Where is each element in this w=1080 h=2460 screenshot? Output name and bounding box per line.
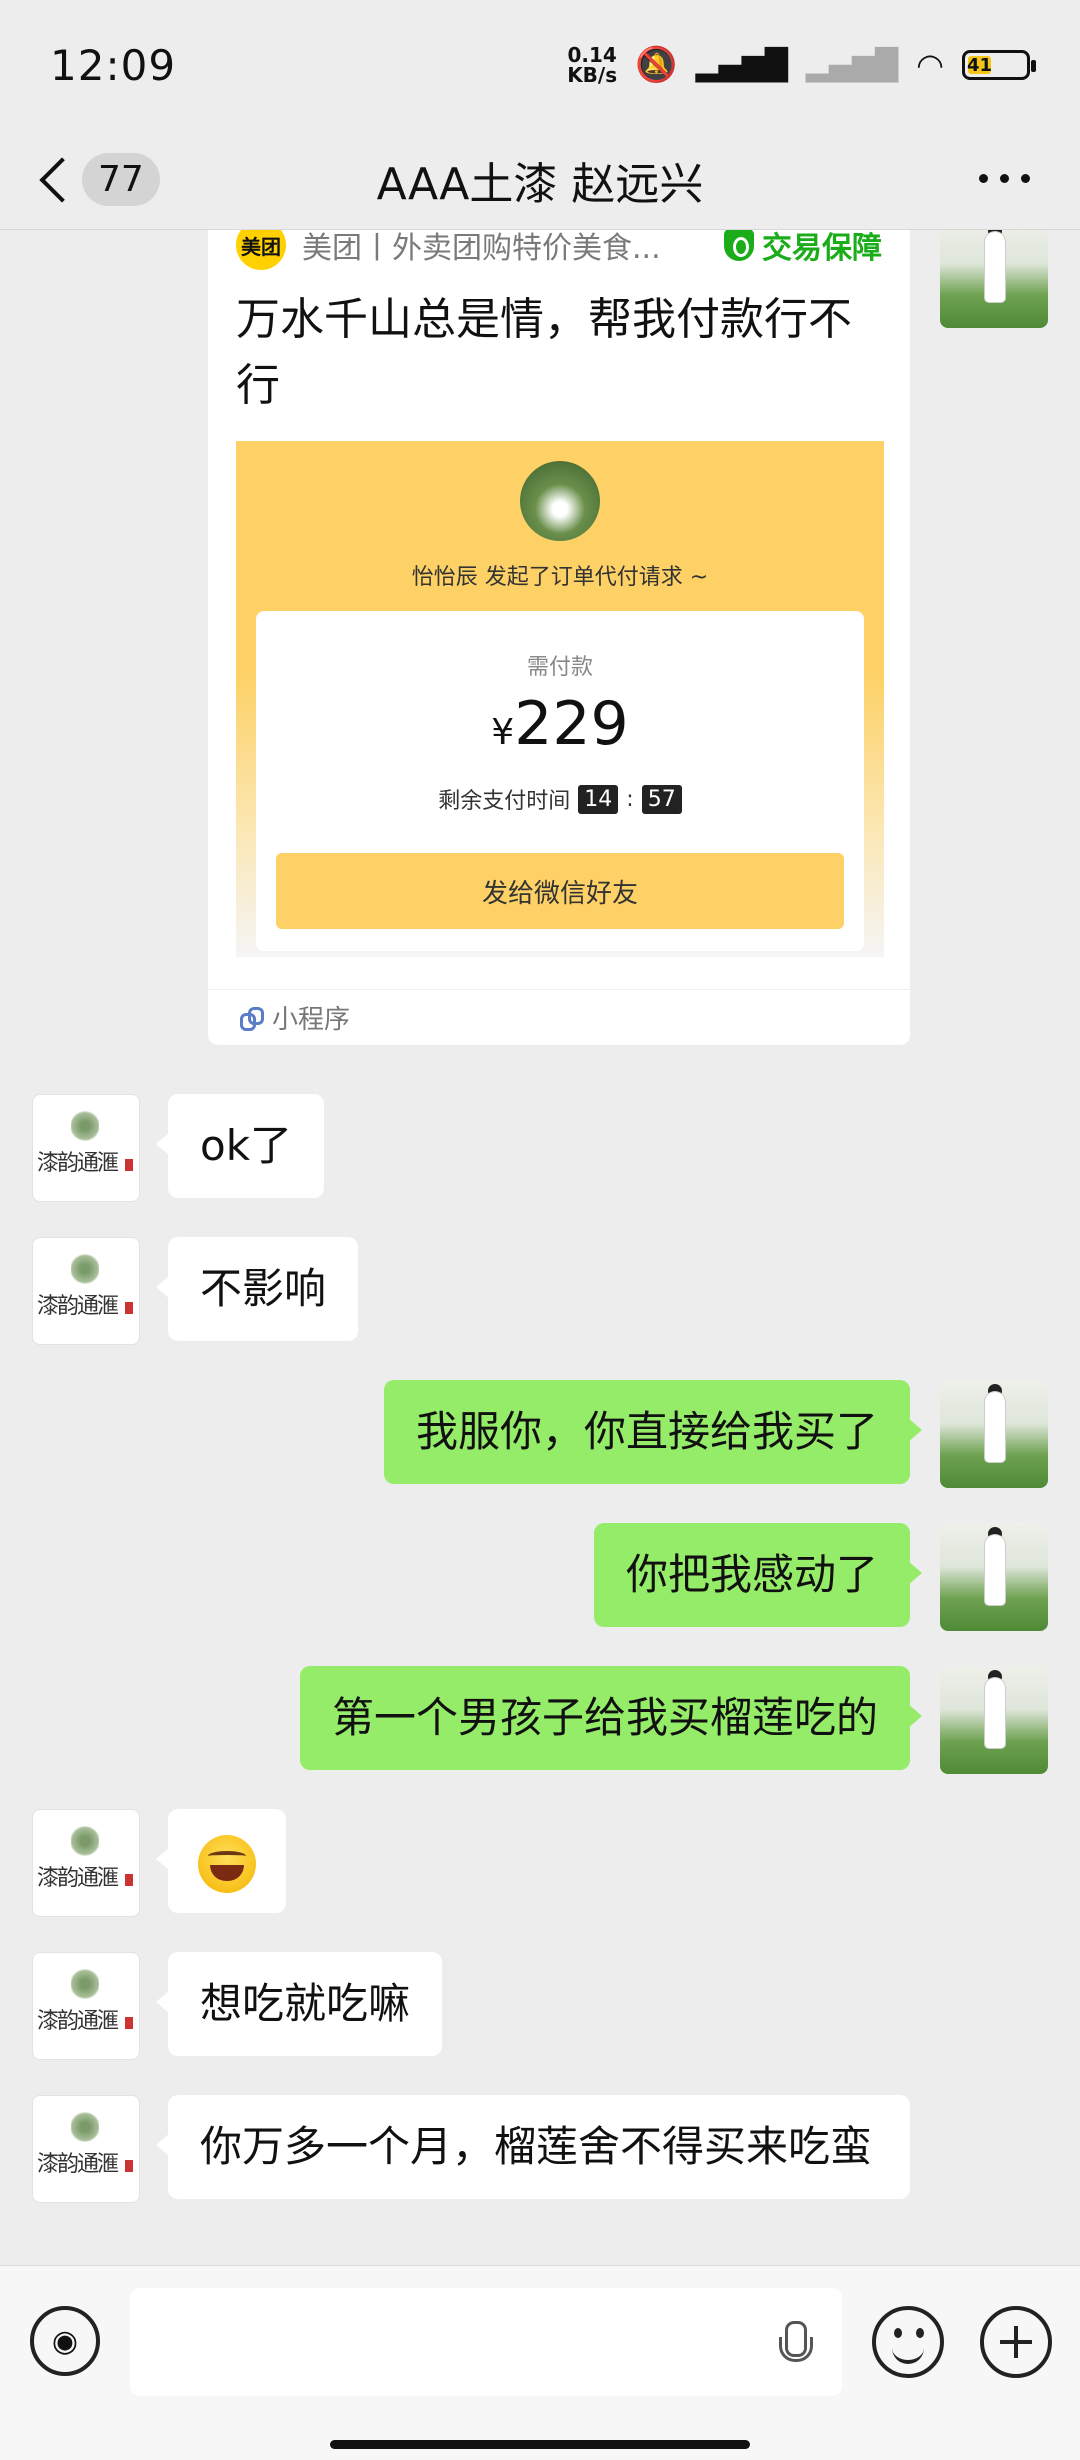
card-description: 万水千山总是情，帮我付款行不行 [236,294,852,411]
my-avatar[interactable] [940,230,1048,328]
card-source: 美团丨外卖团购特价美食... [302,231,661,266]
my-message-bubble[interactable]: 你把我感动了 [593,1523,923,1627]
message-input[interactable] [130,2288,842,2396]
pay-label: 需付款 [526,655,593,680]
more-options-icon[interactable] [979,174,1030,183]
my-avatar[interactable] [940,1523,1048,1631]
home-indicator[interactable] [330,2440,750,2449]
my-avatar[interactable] [940,1666,1048,1774]
message-bubble[interactable]: 你万多一个月，榴莲舍不得买来吃蛮 [156,2095,910,2199]
pay-amount: ¥229 [491,689,629,759]
contact-avatar[interactable]: 漆韵通滙 [32,1952,140,2060]
my-message-bubble[interactable]: 我服你，你直接给我买了 [383,1380,923,1484]
card-header: 美团 美团丨外卖团购特价美食... 交易保障 [236,230,882,275]
mini-program-card[interactable]: 美团 美团丨外卖团购特价美食... 交易保障 万水千山总是情，帮我付款行不行 怡… [208,230,910,1045]
message-bubble[interactable]: ok了 [155,1094,325,1198]
chat-header: 77 AAA土漆 赵远兴 [0,130,1080,230]
emoji-message-bubble[interactable] [156,1809,286,1913]
my-message-bubble[interactable]: 第一个男孩子给我买榴莲吃的 [299,1666,923,1770]
contact-avatar[interactable]: 漆韵通滙 [32,1094,140,1202]
message-bubble[interactable]: 不影响 [155,1237,359,1341]
chat-title: AAA土漆 赵远兴 [376,158,704,210]
net-speed: 0.14 KB/s [567,43,618,87]
meituan-logo-icon: 美团 [236,230,286,270]
pay-countdown: 剩余支付时间 14 : 57 [256,783,864,815]
laughing-tears-emoji-icon [198,1834,256,1893]
card-footer: 小程序 [208,989,910,1045]
mini-program-icon [238,1005,264,1031]
contact-avatar[interactable]: 漆韵通滙 [32,2095,140,2203]
wifi-icon: ◠ [916,46,944,84]
microphone-icon[interactable] [778,2321,813,2371]
card-preview: 怡怡辰 发起了订单代付请求 ~ 需付款 ¥229 剩余支付时间 14 : 57 … [236,441,884,957]
back-chevron-icon [38,156,68,204]
requester-avatar [520,461,600,541]
voice-icon: ◉ [51,2323,79,2359]
emoji-button[interactable] [872,2306,944,2378]
voice-mode-button[interactable]: ◉ [30,2306,100,2376]
battery-icon: 41 [962,50,1036,80]
back-button[interactable]: 77 [38,153,160,206]
guarantee-badge: 交易保障 [724,230,882,267]
mute-icon: 🔕 [635,45,678,85]
signal-2-icon: ▂▄▆█ [805,47,899,83]
signal-icon: ▂▄▆█ [695,47,788,83]
status-bar: 12:09 0.14 KB/s 🔕 ▂▄▆█ ▂▄▆█ ◠ 41 [0,0,1080,130]
contact-avatar[interactable]: 漆韵通滙 [32,1809,140,1917]
battery-level: 41 [966,54,993,76]
payment-box: 需付款 ¥229 剩余支付时间 14 : 57 发给微信好友 [256,611,864,951]
requester-line: 怡怡辰 发起了订单代付请求 ~ [411,565,709,590]
send-to-wechat-friend-button: 发给微信好友 [276,853,844,929]
my-avatar[interactable] [940,1380,1048,1488]
shield-icon [724,230,754,261]
contact-avatar[interactable]: 漆韵通滙 [32,1237,140,1345]
message-list[interactable]: 美团 美团丨外卖团购特价美食... 交易保障 万水千山总是情，帮我付款行不行 怡… [0,230,1080,2265]
message-bubble[interactable]: 想吃就吃嘛 [155,1952,443,2056]
clock: 12:09 [50,40,177,90]
more-actions-button[interactable] [980,2306,1052,2378]
input-bar: ◉ [0,2265,1080,2460]
unread-badge: 77 [82,153,160,206]
